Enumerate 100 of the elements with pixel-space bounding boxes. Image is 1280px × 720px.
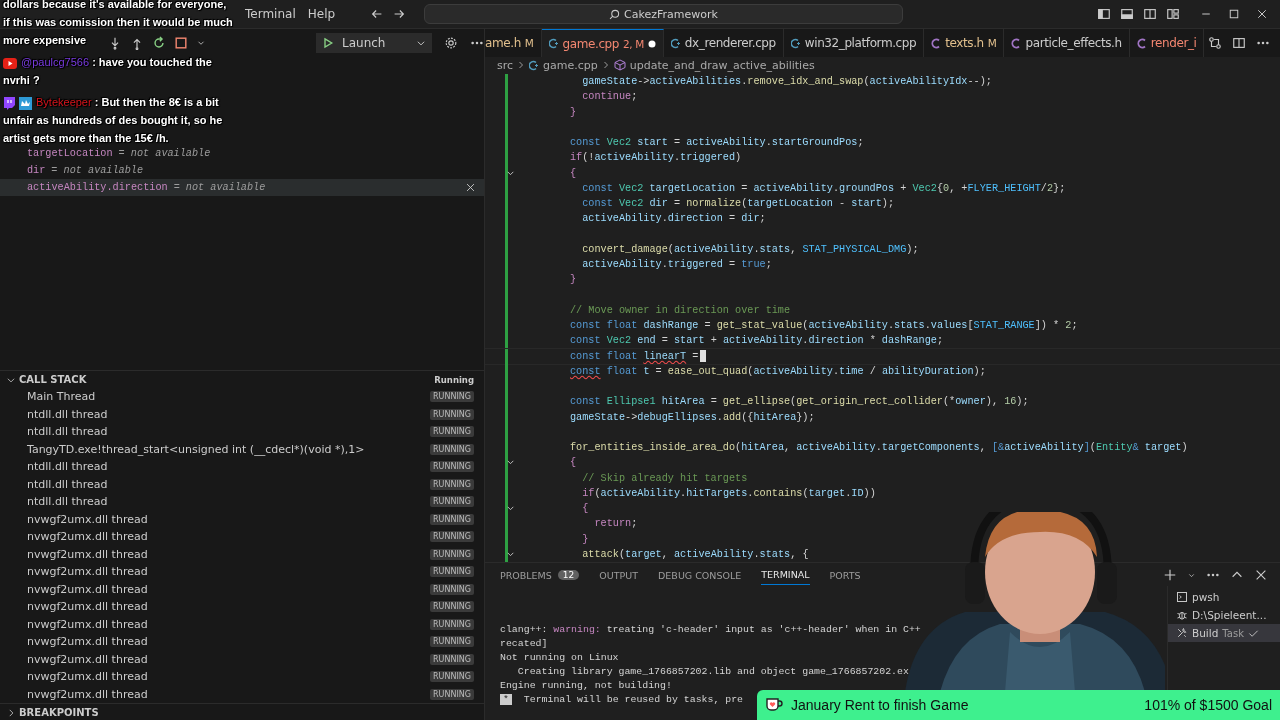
thread-status: RUNNING <box>430 513 474 525</box>
thread-status: RUNNING <box>430 653 474 665</box>
status-label: Running <box>434 374 474 385</box>
terminal-item[interactable]: Build Task <box>1168 624 1280 642</box>
menu-item[interactable]: Help <box>302 5 341 23</box>
thread-status: RUNNING <box>430 688 474 700</box>
code-line: const Vec2 end = start + activeAbility.direction * dashRange; <box>570 335 943 347</box>
code-line: if(activeAbility.hitTargets.contains(target.ID)) <box>581 487 876 499</box>
code-line: { <box>570 167 577 179</box>
thread-name[interactable]: ntdll.dll thread <box>27 407 431 421</box>
terminal-line: Not running on Linux <box>500 652 620 665</box>
panel-tab[interactable]: TERMINAL <box>761 565 810 585</box>
code-line: const float dashRange = get_stat_value(activeAbility.stats.values[STAT_RANGE]) * 2; <box>570 320 1078 332</box>
thread-status: RUNNING <box>430 426 474 438</box>
variable-row[interactable]: targetLocation = not available <box>0 145 484 162</box>
chat-line: if this was comission then it would be much <box>3 15 233 30</box>
variable-name: dir <box>27 165 46 176</box>
thread-name[interactable]: nvwgf2umx.dll thread <box>27 582 431 596</box>
thread-status: RUNNING <box>430 671 474 683</box>
code-line: if(!activeAbility.triggered) <box>570 152 742 164</box>
terminal-line: recated] <box>500 638 549 651</box>
search-field[interactable]: CakezFramework <box>424 4 903 24</box>
code-line: gameState->debugEllipses.add({hitArea}); <box>570 411 815 423</box>
code-line: return; <box>593 518 638 530</box>
code-line: for_entities_inside_area_do(hitArea, activeAbility.targetComponents, [&activeAbility](Entity& target) <box>570 442 1188 454</box>
menu-item[interactable]: Terminal <box>240 5 301 23</box>
code-line: } <box>581 533 589 545</box>
chat-line: unfair as hundreds of des bought it, so he <box>3 113 223 128</box>
code-line: const float linearT = <box>570 350 699 362</box>
thread-name[interactable]: nvwgf2umx.dll thread <box>27 512 431 526</box>
code-line: convert_damage(activeAbility.stats, STAT_PHYSICAL_DMG); <box>581 243 919 255</box>
variable-name: targetLocation <box>27 148 113 159</box>
variable-value: = not available <box>118 148 212 159</box>
code-line: // Move owner in direction over time <box>570 304 791 316</box>
terminal-item[interactable]: pwsh <box>1168 588 1280 606</box>
code-line: { <box>581 503 589 515</box>
editor-tab[interactable]: game.cpp 2, M <box>541 29 664 57</box>
panel-tab[interactable]: OUTPUT <box>599 565 639 585</box>
terminal-line: Creating library game_1766857202.lib and object game_1766857202.ex <box>516 666 910 679</box>
terminal-line: clang++: warning: treating 'c-header' input as 'c++-header' when in C++ <box>500 624 922 637</box>
code-line: activeAbility.direction = dir; <box>581 213 766 225</box>
thread-name[interactable]: TangyTD.exe!thread_start<unsigned int (__cdecl*)(void *),1> <box>27 442 431 456</box>
thread-status: RUNNING <box>430 408 474 420</box>
code-line: const Ellipse1 hitArea = get_ellipse(get_origin_rect_collider(*owner), 16); <box>570 396 1029 408</box>
code-line: } <box>570 106 577 118</box>
thread-name[interactable]: nvwgf2umx.dll thread <box>27 617 431 631</box>
thread-name[interactable]: ntdll.dll thread <box>27 495 431 509</box>
code-line: { <box>570 457 577 469</box>
breadcrumb-item[interactable]: update_and_draw_active_abilities <box>629 58 815 72</box>
panel-tab[interactable]: PORTS <box>829 565 861 585</box>
code-line: const Vec2 dir = normalize(targetLocation - start); <box>581 198 895 210</box>
thread-name[interactable]: nvwgf2umx.dll thread <box>27 547 431 561</box>
panel-tab[interactable]: DEBUG CONSOLE <box>658 565 742 585</box>
breadcrumb-item[interactable]: game.cpp <box>543 58 598 72</box>
terminal-line: Engine running, not building! <box>500 680 673 693</box>
editor-tab[interactable]: dx_renderer.cpp <box>663 29 784 57</box>
editor-tab[interactable]: render_i <box>1129 29 1205 57</box>
section-title[interactable]: BREAKPOINTS <box>19 707 99 718</box>
thread-name[interactable]: nvwgf2umx.dll thread <box>27 600 431 614</box>
thread-status: RUNNING <box>430 496 474 508</box>
chat-line: nvrhi ? <box>3 73 40 88</box>
variable-row[interactable]: activeAbility.direction = not available <box>0 179 484 196</box>
variable-value: = not available <box>173 182 267 193</box>
chat-line: @paulcg7566 : have you touched the <box>3 53 212 71</box>
editor-tab[interactable]: win32_platform.cpp <box>783 29 925 57</box>
code-line: const Vec2 start = activeAbility.startGroundPos; <box>570 137 864 149</box>
thread-name[interactable]: ntdll.dll thread <box>27 425 431 439</box>
thread-status: RUNNING <box>430 583 474 595</box>
thread-status: RUNNING <box>430 461 474 473</box>
chat-line: artist gets more than the 15€ /h. <box>3 131 169 146</box>
variable-row[interactable]: dir = not available <box>0 162 484 179</box>
thread-name[interactable]: nvwgf2umx.dll thread <box>27 652 431 666</box>
thread-name[interactable]: nvwgf2umx.dll thread <box>27 687 431 701</box>
editor-tab[interactable]: particle_effects.h <box>1004 29 1130 57</box>
breadcrumb-item[interactable]: src <box>497 58 514 72</box>
thread-name[interactable]: nvwgf2umx.dll thread <box>27 530 431 544</box>
chat-line: more expensive <box>3 33 87 48</box>
goal-progress: 101% of $1500 Goal <box>1144 697 1272 713</box>
thread-status: RUNNING <box>430 636 474 648</box>
thread-name[interactable]: ntdll.dll thread <box>27 477 431 491</box>
thread-status: RUNNING <box>430 548 474 560</box>
code-line: attack(target, activeAbility.stats, { <box>581 548 809 560</box>
panel-tab[interactable]: PROBLEMS 12 <box>500 565 580 585</box>
launch-config-dropdown[interactable]: Launch <box>316 33 432 53</box>
chat-line: dollars because it's available for everyone, <box>3 0 227 12</box>
terminal-item[interactable]: D:\Spieleent... <box>1168 606 1280 624</box>
thread-name[interactable]: nvwgf2umx.dll thread <box>27 635 431 649</box>
thread-name[interactable]: ntdll.dll thread <box>27 460 431 474</box>
code-line: } <box>570 274 577 286</box>
editor-tab[interactable]: texts.h M <box>924 29 1005 57</box>
thread-status: RUNNING <box>430 566 474 578</box>
thread-name[interactable]: Main Thread <box>27 390 431 404</box>
thread-status: RUNNING <box>430 443 474 455</box>
editor-tab[interactable]: ame.h M <box>485 29 542 57</box>
thread-name[interactable]: nvwgf2umx.dll thread <box>27 670 431 684</box>
code-line: const Vec2 targetLocation = activeAbility.groundPos + Vec2{0, +FLYER_HEIGHT/2}; <box>581 182 1066 194</box>
section-title[interactable]: CALL STACK <box>19 374 87 385</box>
thread-name[interactable]: nvwgf2umx.dll thread <box>27 565 431 579</box>
thread-status: RUNNING <box>430 601 474 613</box>
code-line: activeAbility.triggered = true; <box>581 259 772 271</box>
